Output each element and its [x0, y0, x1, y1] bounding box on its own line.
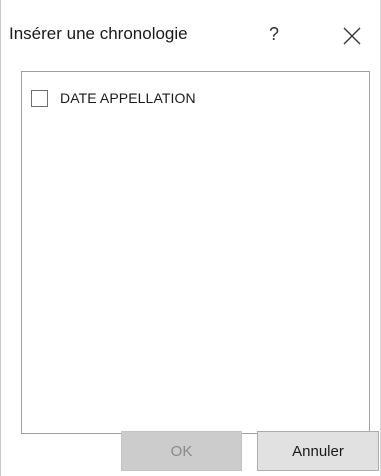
field-list: DATE APPELLATION: [21, 71, 370, 434]
close-button[interactable]: [334, 18, 370, 54]
close-icon: [343, 27, 361, 45]
ok-button[interactable]: OK: [121, 431, 242, 471]
field-label: DATE APPELLATION: [60, 90, 196, 106]
field-item-date-appellation[interactable]: DATE APPELLATION: [31, 88, 196, 108]
insert-timeline-dialog: Insérer une chronologie ? DATE APPELLATI…: [0, 0, 381, 476]
field-checkbox[interactable]: [31, 89, 48, 107]
help-button[interactable]: ?: [258, 18, 290, 50]
dialog-left-border: [0, 0, 1, 476]
dialog-title: Insérer une chronologie: [9, 24, 188, 43]
cancel-button[interactable]: Annuler: [257, 431, 379, 471]
